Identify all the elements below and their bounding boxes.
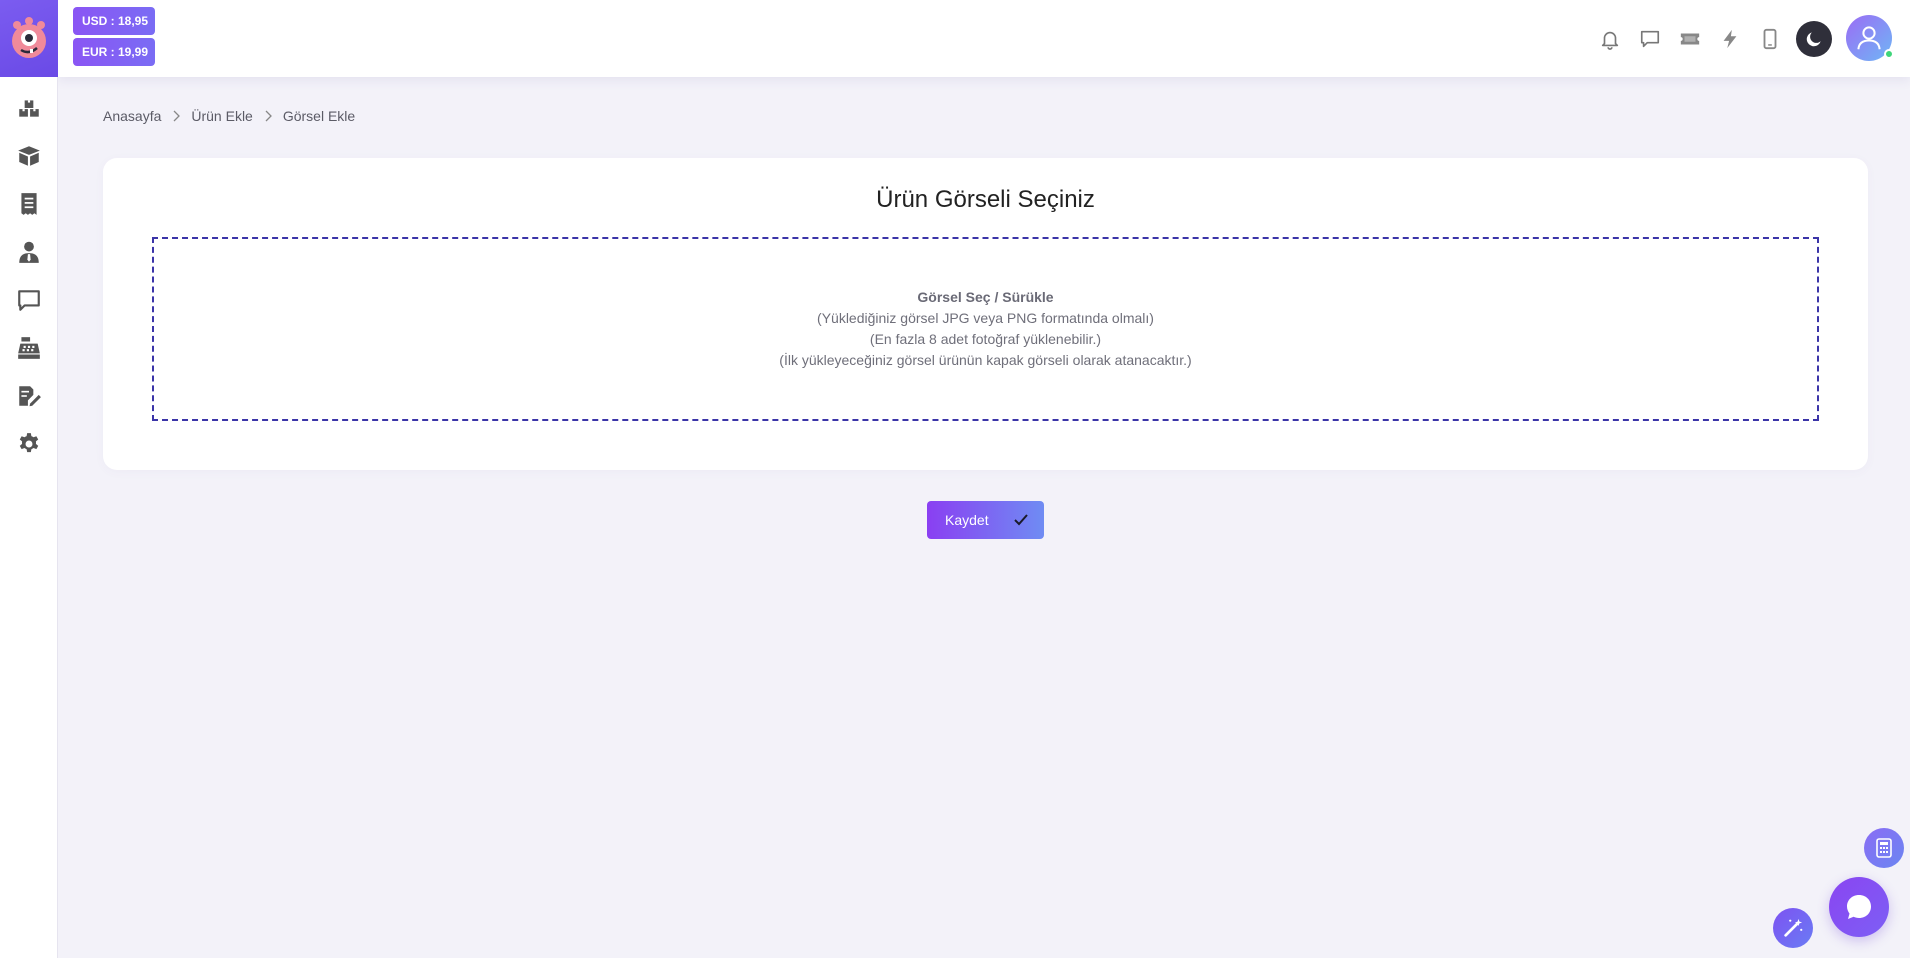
chat-bubble-icon [1847,895,1871,919]
ticket-icon [1680,33,1700,44]
upload-card: Ürün Görseli Seçiniz Görsel Seç / Sürükl… [103,158,1868,470]
online-status-dot [1884,48,1894,59]
breadcrumb: Anasayfa Ürün Ekle Görsel Ekle [103,108,355,124]
sidebar-item-pos[interactable] [0,324,58,372]
sidebar-item-orders[interactable] [0,132,58,180]
message-icon [18,290,40,311]
dark-mode-toggle[interactable] [1796,20,1832,57]
dropzone-format-hint: (Yüklediğiniz görsel JPG veya PNG format… [817,310,1154,326]
image-dropzone[interactable]: Görsel Seç / Sürükle (Yüklediğiniz görse… [152,237,1819,421]
save-button-label: Kaydet [945,512,989,528]
live-chat-button[interactable] [1829,877,1889,937]
dropzone-title: Görsel Seç / Sürükle [917,289,1054,305]
sidebar [0,0,58,958]
breadcrumb-home[interactable]: Anasayfa [103,108,161,124]
sidebar-item-products[interactable] [0,84,58,132]
check-icon [1014,514,1028,526]
monster-logo-icon [12,16,46,58]
cash-register-icon [18,337,40,359]
dropzone-cover-hint: (İlk yükleyeceğiniz görsel ürünün kapak … [779,352,1192,368]
gear-icon [19,433,39,453]
breadcrumb-parent[interactable]: Ürün Ekle [191,108,252,124]
bolt-icon [1723,29,1737,48]
quick-actions-button[interactable] [1710,19,1750,59]
open-box-icon [18,146,40,166]
messages-button[interactable] [1630,19,1670,59]
eur-rate-badge: EUR : 19,99 [73,38,155,66]
sidebar-item-invoices[interactable] [0,180,58,228]
sidebar-item-customers[interactable] [0,228,58,276]
calculator-icon [1876,838,1892,858]
magic-wand-icon [1784,918,1803,937]
calculator-button[interactable] [1864,828,1904,868]
notifications-button[interactable] [1590,19,1630,59]
logo[interactable] [0,0,58,77]
page-title: Ürün Görseli Seçiniz [876,186,1095,213]
breadcrumb-current: Görsel Ekle [282,108,356,124]
topbar: USD : 18,95 EUR : 19,99 [58,0,1910,77]
sidebar-item-messages[interactable] [0,276,58,324]
dropzone-limit-hint: (En fazla 8 adet fotoğraf yüklenebilir.) [869,331,1102,347]
sidebar-item-settings[interactable] [0,420,58,468]
tickets-button[interactable] [1670,19,1710,59]
save-button[interactable]: Kaydet [927,501,1044,539]
chevron-right-icon [171,110,181,122]
moon-icon [1806,31,1821,46]
bell-icon [1601,31,1619,50]
user-icon [1857,25,1881,49]
mobile-icon [1763,28,1777,49]
boxes-icon [19,100,39,117]
signature-icon [19,386,41,407]
sidebar-item-contracts[interactable] [0,372,58,420]
user-avatar-button[interactable] [1846,14,1894,63]
receipt-icon [21,193,37,215]
user-tie-icon [19,241,39,263]
chat-icon [1640,30,1660,47]
mobile-app-button[interactable] [1750,19,1790,59]
chevron-right-icon [263,110,273,122]
usd-rate-badge: USD : 18,95 [73,7,155,35]
magic-tools-button[interactable] [1773,908,1813,948]
